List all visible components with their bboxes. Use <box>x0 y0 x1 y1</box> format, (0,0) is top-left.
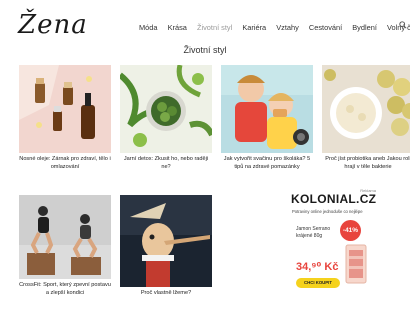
article-caption[interactable]: CrossFit: Sport, který zpevní postavu a … <box>19 281 111 297</box>
article-image-kids[interactable] <box>221 65 313 153</box>
ad-price: 34,⁹⁰ Kč <box>296 261 339 273</box>
ad-brand-logo[interactable]: KOLONIAL.CZ <box>291 192 376 206</box>
search-icon[interactable] <box>399 21 407 29</box>
ad-discount-badge: -41% <box>340 220 361 241</box>
article-image-crossfit[interactable] <box>19 195 111 279</box>
nav-item-bydleni[interactable]: Bydlení <box>352 23 377 32</box>
ad-buy-button[interactable]: CHCI KOUPIT <box>296 278 340 288</box>
ad-product-name: Jamon Serrano krájené 80g <box>296 226 330 240</box>
kolonial-ad-banner[interactable]: Reklama KOLONIAL.CZ Potraviny online jed… <box>290 188 376 290</box>
article-card[interactable]: Proč jíst probiotika aneb Jakou roli hra… <box>322 65 410 171</box>
article-card[interactable]: Jarní detox: Zkusit ho, nebo raději ne? <box>120 65 212 171</box>
nav-item-vztahy[interactable]: Vztahy <box>276 23 299 32</box>
section-title: Životní styl <box>183 45 227 55</box>
article-card[interactable]: Jak vytvořit svačinu pro školáka? 5 tipů… <box>221 65 313 171</box>
article-image-detox[interactable] <box>120 65 212 153</box>
ad-product-line2: krájené 80g <box>296 233 323 239</box>
article-caption[interactable]: Proč jíst probiotika aneb Jakou roli hra… <box>322 155 410 171</box>
article-image-pinocchio[interactable] <box>120 195 212 287</box>
ad-product-line1: Jamon Serrano <box>296 226 331 232</box>
article-card[interactable]: Proč vlastně lžeme? <box>120 195 212 297</box>
nav-item-kariera[interactable]: Kariéra <box>242 23 266 32</box>
nav-item-zivotni-styl[interactable]: Životní styl <box>197 23 232 32</box>
article-image-probiotics[interactable] <box>322 65 410 153</box>
ad-product-image[interactable] <box>345 244 367 284</box>
article-card[interactable]: CrossFit: Sport, který zpevní postavu a … <box>19 195 111 297</box>
article-caption[interactable]: Jarní detox: Zkusit ho, nebo raději ne? <box>120 155 212 171</box>
nav-item-moda[interactable]: Móda <box>139 23 158 32</box>
ad-tagline: Potraviny online jednoduše co nejlépe <box>292 209 363 214</box>
main-nav: Móda Krása Životní styl Kariéra Vztahy C… <box>139 21 410 32</box>
article-caption[interactable]: Jak vytvořit svačinu pro školáka? 5 tipů… <box>221 155 313 171</box>
article-caption[interactable]: Nosné oleje: Zárnak pro zdraví, tělo i o… <box>19 155 111 171</box>
article-image-oils[interactable] <box>19 65 111 153</box>
nav-item-cestovani[interactable]: Cestování <box>309 23 342 32</box>
article-card[interactable]: Nosné oleje: Zárnak pro zdraví, tělo i o… <box>19 65 111 171</box>
article-caption[interactable]: Proč vlastně lžeme? <box>120 289 212 297</box>
nav-item-krasa[interactable]: Krása <box>168 23 187 32</box>
site-logo[interactable]: Žena <box>18 10 88 40</box>
